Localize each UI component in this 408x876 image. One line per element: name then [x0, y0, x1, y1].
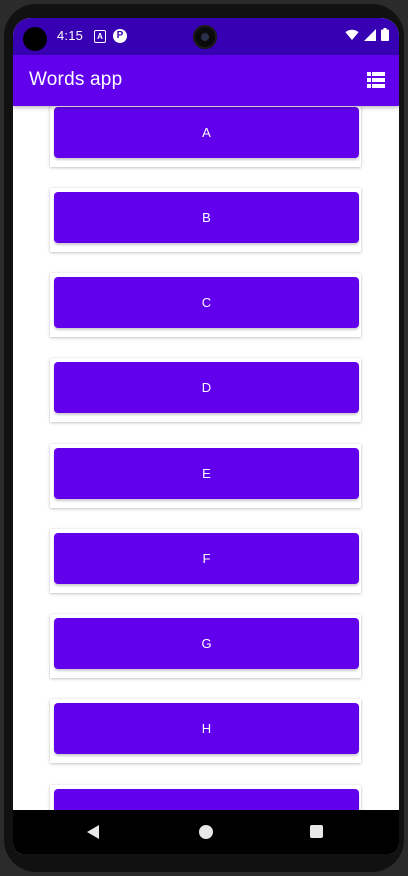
front-camera [193, 25, 217, 49]
list-item: G [50, 614, 361, 678]
letter-button-c[interactable]: C [54, 277, 359, 328]
recents-icon[interactable] [310, 825, 323, 838]
navigation-bar [13, 810, 399, 854]
a-icon: A [94, 30, 106, 43]
letter-button-a[interactable]: A [54, 107, 359, 158]
home-icon[interactable] [199, 825, 213, 839]
list-item: I [50, 785, 361, 810]
p-icon: P [113, 29, 127, 43]
letter-button-h[interactable]: H [54, 703, 359, 754]
letter-button-e[interactable]: E [54, 448, 359, 499]
letter-list[interactable]: A B C D E F G H [13, 106, 399, 810]
status-time: 4:15 [57, 28, 84, 43]
letter-button-f[interactable]: F [54, 533, 359, 584]
back-icon[interactable] [87, 825, 99, 839]
device-frame: 4:15 A P Words app A B C D E F G H [0, 0, 408, 876]
list-item: B [50, 188, 361, 252]
list-item: E [50, 444, 361, 508]
list-item: D [50, 358, 361, 422]
punch-hole-camera [23, 27, 47, 51]
wifi-icon [345, 29, 359, 41]
list-item: F [50, 529, 361, 593]
letter-button-i[interactable]: I [54, 789, 359, 810]
battery-icon [381, 28, 389, 41]
signal-icon [364, 28, 376, 41]
letter-button-d[interactable]: D [54, 362, 359, 413]
list-item: C [50, 273, 361, 337]
status-system-icons [345, 28, 389, 41]
app-bar: Words app [13, 55, 399, 106]
screen: 4:15 A P Words app A B C D E F G H [13, 18, 399, 854]
letter-button-b[interactable]: B [54, 192, 359, 243]
app-title: Words app [29, 69, 123, 90]
letter-button-g[interactable]: G [54, 618, 359, 669]
list-item: H [50, 699, 361, 763]
status-bar: 4:15 A P [13, 18, 399, 55]
list-item: A [50, 106, 361, 167]
list-layout-icon[interactable] [365, 69, 387, 91]
